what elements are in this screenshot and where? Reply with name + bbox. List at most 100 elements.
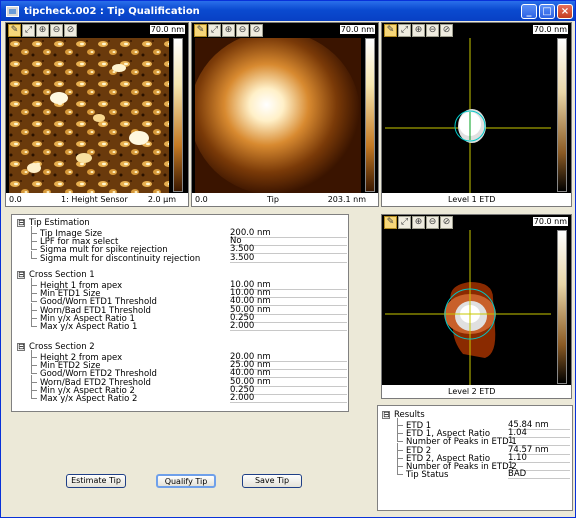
- close-button[interactable]: ×: [557, 3, 573, 19]
- height-sensor-panel[interactable]: ✎ ⤢ ⊕ ⊖ ⊘ 70.0 nm 0.0 1: Height Sensor 2…: [5, 22, 189, 207]
- tree-connector: [397, 450, 403, 459]
- tree-connector: [31, 358, 37, 367]
- tree-connector: [31, 382, 37, 391]
- collapse-icon[interactable]: ⊟: [17, 270, 25, 279]
- pencil-icon[interactable]: ✎: [384, 24, 397, 37]
- zoom-out-icon[interactable]: ⊖: [426, 216, 439, 229]
- height-sensor-image[interactable]: [9, 38, 169, 194]
- zoom-reset-icon[interactable]: ⊘: [64, 24, 77, 37]
- tip-parameters-tree: ⊟ Tip Estimation Tip Image Size 200.0 nm LP…: [11, 214, 349, 412]
- zoom-reset-icon[interactable]: ⊘: [440, 24, 453, 37]
- color-bar: [365, 38, 375, 192]
- tree-connector: [397, 459, 403, 467]
- collapse-icon[interactable]: ⊟: [17, 218, 25, 227]
- zoom-in-icon[interactable]: ⊕: [36, 24, 49, 37]
- tree-connector: [397, 434, 403, 443]
- x-max-label: 2.0 µm: [147, 195, 176, 204]
- tree-connector: [31, 234, 37, 243]
- tip-image[interactable]: [195, 38, 361, 194]
- parameter-label: Max y/x Aspect Ratio 1: [40, 322, 138, 332]
- tree-connector: [31, 319, 37, 327]
- tip-estimation-header[interactable]: ⊟ Tip Estimation: [17, 218, 90, 228]
- parameter-value[interactable]: 2.000: [230, 322, 347, 331]
- parameter-row[interactable]: Tip Status BAD: [378, 467, 572, 480]
- collapse-icon[interactable]: ⊟: [17, 342, 25, 351]
- channel-label: 1: Height Sensor: [61, 195, 128, 204]
- qualify-tip-button[interactable]: Qualify Tip: [156, 474, 216, 488]
- panel-footer: 0.0 Tip 203.1 nm: [192, 193, 378, 206]
- minimize-button[interactable]: _: [521, 3, 537, 19]
- tree-connector: [397, 467, 403, 476]
- tree-connector: [31, 294, 37, 303]
- tree-connector: [31, 250, 37, 259]
- pan-icon[interactable]: ⤢: [22, 24, 35, 37]
- x-min-label: 0.0: [195, 195, 208, 204]
- level2-etd-image[interactable]: [385, 230, 551, 386]
- tree-connector: [31, 366, 37, 375]
- tree-connector: [397, 442, 403, 451]
- zoom-in-icon[interactable]: ⊕: [222, 24, 235, 37]
- tree-connector: [31, 226, 37, 234]
- tree-connector: [31, 302, 37, 311]
- panel-footer: Level 2 ETD: [382, 385, 571, 398]
- tip-qualification-window: tipcheck.002 : Tip Qualification _ □ × ✎…: [0, 0, 576, 518]
- zoom-out-icon[interactable]: ⊖: [236, 24, 249, 37]
- panel-toolbar: ✎ ⤢ ⊕ ⊖ ⊘: [192, 23, 265, 38]
- panel-footer: Level 1 ETD: [382, 193, 571, 206]
- tip-panel[interactable]: ✎ ⤢ ⊕ ⊖ ⊘ 70.0 nm 0.0 Tip 203.1 nm: [191, 22, 379, 207]
- tree-connector: [397, 426, 403, 435]
- zoom-out-icon[interactable]: ⊖: [50, 24, 63, 37]
- color-bar: [557, 38, 567, 192]
- parameter-row[interactable]: Max y/x Aspect Ratio 1 2.000: [12, 319, 348, 332]
- channel-label: Tip: [267, 195, 279, 204]
- parameter-row[interactable]: Sigma mult for discontinuity rejection 3.…: [12, 250, 348, 264]
- parameter-value[interactable]: 3.500: [230, 253, 347, 263]
- panel-toolbar: ✎ ⤢ ⊕ ⊖ ⊘: [382, 215, 455, 230]
- pencil-icon[interactable]: ✎: [384, 216, 397, 229]
- zoom-in-icon[interactable]: ⊕: [412, 216, 425, 229]
- title-bar[interactable]: tipcheck.002 : Tip Qualification _ □ ×: [1, 1, 575, 21]
- tree-connector: [31, 242, 37, 251]
- results-tree: ⊟ Results ETD 1 45.84 nm ETD 1, Aspect Rati…: [377, 405, 573, 511]
- pencil-icon[interactable]: ✎: [8, 24, 21, 37]
- estimate-tip-button[interactable]: Estimate Tip: [66, 474, 126, 488]
- parameter-row[interactable]: Max y/x Aspect Ratio 2 2.000: [12, 391, 348, 404]
- color-bar: [173, 38, 183, 192]
- color-bar: [557, 230, 567, 384]
- collapse-icon[interactable]: ⊟: [382, 410, 390, 419]
- cross-section-1-header[interactable]: ⊟ Cross Section 1: [17, 270, 95, 280]
- panel-toolbar: ✎ ⤢ ⊕ ⊖ ⊘: [6, 23, 79, 38]
- save-tip-button[interactable]: Save Tip: [242, 474, 302, 488]
- panel-toolbar: ✎ ⤢ ⊕ ⊖ ⊘: [382, 23, 455, 38]
- color-scale-max: 70.0 nm: [532, 25, 568, 34]
- parameter-label: Sigma mult for discontinuity rejection: [40, 253, 201, 264]
- parameter-value[interactable]: 2.000: [230, 394, 347, 403]
- tree-connector: [31, 286, 37, 295]
- maximize-button[interactable]: □: [539, 3, 555, 19]
- tree-connector: [31, 374, 37, 383]
- panel-footer: 0.0 1: Height Sensor 2.0 µm: [6, 193, 188, 206]
- level1-etd-panel[interactable]: ✎ ⤢ ⊕ ⊖ ⊘ 70.0 nm Level 1 ETD: [381, 22, 572, 207]
- window-title: tipcheck.002 : Tip Qualification: [24, 5, 200, 17]
- level1-etd-image[interactable]: [385, 38, 551, 194]
- zoom-out-icon[interactable]: ⊖: [426, 24, 439, 37]
- cross-section-2-header[interactable]: ⊟ Cross Section 2: [17, 342, 95, 352]
- tree-connector: [31, 391, 37, 399]
- color-scale-max: 70.0 nm: [532, 217, 568, 226]
- channel-label: Level 1 ETD: [448, 195, 496, 204]
- color-scale-max: 70.0 nm: [339, 25, 375, 34]
- pan-icon[interactable]: ⤢: [208, 24, 221, 37]
- zoom-reset-icon[interactable]: ⊘: [250, 24, 263, 37]
- pencil-icon[interactable]: ✎: [194, 24, 207, 37]
- tree-connector: [31, 310, 37, 319]
- level2-etd-panel[interactable]: ✎ ⤢ ⊕ ⊖ ⊘ 70.0 nm Level 2 ETD: [381, 214, 572, 399]
- color-scale-max: 70.0 nm: [149, 25, 185, 34]
- parameter-label: Max y/x Aspect Ratio 2: [40, 394, 138, 404]
- results-header[interactable]: ⊟ Results: [382, 410, 425, 420]
- parameter-value[interactable]: BAD: [508, 470, 570, 480]
- pan-icon[interactable]: ⤢: [398, 216, 411, 229]
- pan-icon[interactable]: ⤢: [398, 24, 411, 37]
- channel-label: Level 2 ETD: [448, 387, 496, 396]
- zoom-reset-icon[interactable]: ⊘: [440, 216, 453, 229]
- zoom-in-icon[interactable]: ⊕: [412, 24, 425, 37]
